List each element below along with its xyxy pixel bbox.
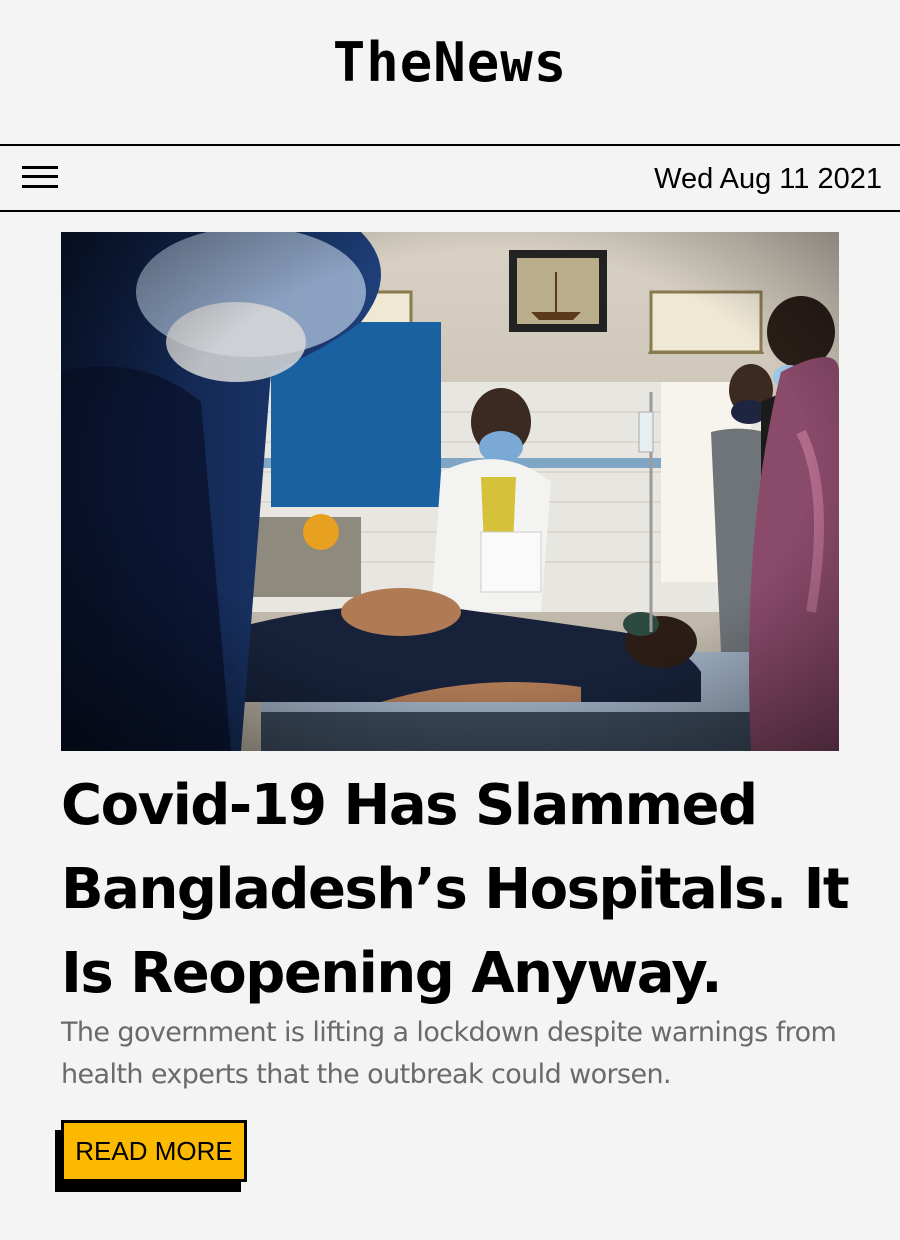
top-navbar: Wed Aug 11 2021	[0, 144, 900, 212]
menu-bar-line	[22, 175, 58, 178]
site-logo[interactable]: TheNews	[0, 30, 900, 96]
article-headline[interactable]: Covid-19 Has Slammed Bangladesh’s Hospit…	[61, 764, 851, 1016]
hamburger-menu-icon[interactable]	[22, 166, 58, 190]
read-more-container: READ MORE	[55, 1120, 250, 1192]
article-dek: The government is lifting a lockdown des…	[61, 1017, 837, 1090]
hospital-ward-photo	[61, 232, 839, 751]
masthead: TheNews	[0, 0, 900, 144]
menu-bar-line	[22, 166, 58, 169]
article-hero-image[interactable]	[61, 232, 839, 751]
current-date: Wed Aug 11 2021	[654, 163, 882, 195]
menu-bar-line	[22, 185, 58, 188]
read-more-button[interactable]: READ MORE	[61, 1120, 247, 1182]
